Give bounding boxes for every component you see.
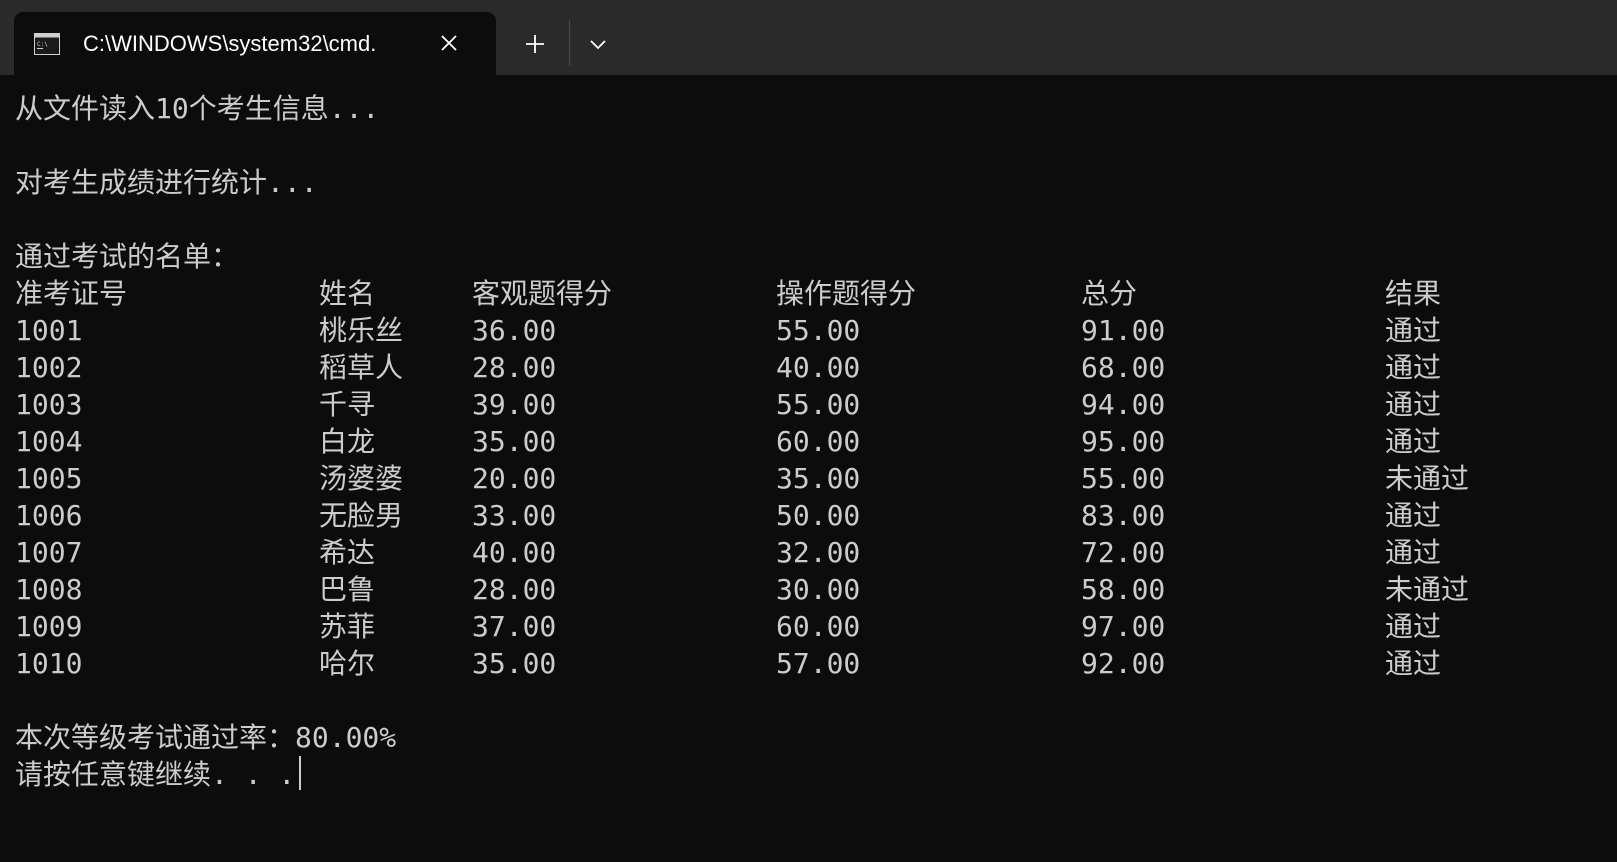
table-row: 1003 千寻 39.00 55.00 94.00 通过 — [15, 386, 1617, 423]
table-cell: 桃乐丝 — [319, 314, 404, 347]
table-cell: 1005 — [15, 462, 83, 495]
table-cell: 通过 — [1385, 425, 1442, 458]
text-cursor — [299, 756, 302, 790]
table-cell: 35.00 — [472, 647, 557, 680]
table-cell: 55.00 — [776, 388, 861, 421]
table-cell: 通过 — [1385, 388, 1442, 421]
table-cell: 1008 — [15, 573, 83, 606]
table-cell: 95.00 — [1081, 425, 1166, 458]
table-cell: 55.00 — [1081, 462, 1166, 495]
table-cell: 58.00 — [1081, 573, 1166, 606]
close-icon[interactable] — [434, 28, 464, 58]
table-cell: 无脸男 — [319, 499, 404, 532]
table-cell: 1009 — [15, 610, 83, 643]
table-row: 1009 苏菲 37.00 60.00 97.00 通过 — [15, 608, 1617, 645]
prompt-text: 请按任意键继续. . . — [15, 758, 296, 791]
table-cell: 37.00 — [472, 610, 557, 643]
table-cell: 白龙 — [319, 425, 376, 458]
table-cell: 1001 — [15, 314, 83, 347]
table-row: 1005 汤婆婆 20.00 35.00 55.00 未通过 — [15, 460, 1617, 497]
table-row: 1006 无脸男 33.00 50.00 83.00 通过 — [15, 497, 1617, 534]
header-cell: 姓名 — [319, 277, 376, 310]
table-cell: 通过 — [1385, 351, 1442, 384]
table-row: 1010 哈尔 35.00 57.00 92.00 通过 — [15, 645, 1617, 682]
table-cell: 通过 — [1385, 314, 1442, 347]
table-cell: 92.00 — [1081, 647, 1166, 680]
table-row: 1008 巴鲁 28.00 30.00 58.00 未通过 — [15, 571, 1617, 608]
header-cell: 总分 — [1081, 277, 1138, 310]
table-cell: 55.00 — [776, 314, 861, 347]
table-cell: 1007 — [15, 536, 83, 569]
table-cell: 未通过 — [1385, 462, 1470, 495]
console-line-read: 从文件读入10个考生信息... — [15, 92, 380, 125]
table-cell: 哈尔 — [319, 647, 376, 680]
table-cell: 32.00 — [776, 536, 861, 569]
svg-text:C:\: C:\ — [37, 41, 48, 48]
table-cell: 1003 — [15, 388, 83, 421]
chevron-down-icon[interactable] — [579, 25, 617, 63]
cmd-icon: C:\ — [34, 33, 60, 55]
table-cell: 35.00 — [776, 462, 861, 495]
table-cell: 97.00 — [1081, 610, 1166, 643]
table-cell: 40.00 — [776, 351, 861, 384]
table-cell: 千寻 — [319, 388, 376, 421]
table-cell: 68.00 — [1081, 351, 1166, 384]
table-cell: 稻草人 — [319, 351, 404, 384]
tab-cmd[interactable]: C:\ C:\WINDOWS\system32\cmd. — [14, 12, 496, 75]
table-row: 1001 桃乐丝 36.00 55.00 91.00 通过 — [15, 312, 1617, 349]
table-cell: 60.00 — [776, 425, 861, 458]
table-cell: 57.00 — [776, 647, 861, 680]
press-any-key-prompt: 请按任意键继续. . . — [15, 756, 1617, 793]
plus-icon[interactable] — [516, 25, 554, 63]
table-cell: 33.00 — [472, 499, 557, 532]
table-cell: 1002 — [15, 351, 83, 384]
pass-list-title: 通过考试的名单： — [15, 240, 240, 273]
table-cell: 30.00 — [776, 573, 861, 606]
table-row: 1002 稻草人 28.00 40.00 68.00 通过 — [15, 349, 1617, 386]
table-row: 1004 白龙 35.00 60.00 95.00 通过 — [15, 423, 1617, 460]
table-cell: 汤婆婆 — [319, 462, 404, 495]
table-cell: 通过 — [1385, 536, 1442, 569]
table-row: 1007 希达 40.00 32.00 72.00 通过 — [15, 534, 1617, 571]
table-cell: 巴鲁 — [319, 573, 376, 606]
table-cell: 通过 — [1385, 610, 1442, 643]
table-cell: 1010 — [15, 647, 83, 680]
table-cell: 通过 — [1385, 647, 1442, 680]
header-cell: 结果 — [1385, 277, 1442, 310]
titlebar-divider — [569, 20, 570, 66]
pass-rate-line: 本次等级考试通过率：80.00% — [15, 721, 397, 754]
table-cell: 50.00 — [776, 499, 861, 532]
table-cell: 1006 — [15, 499, 83, 532]
table-cell: 苏菲 — [319, 610, 376, 643]
table-cell: 28.00 — [472, 573, 557, 606]
console-line-stats: 对考生成绩进行统计... — [15, 166, 318, 199]
table-cell: 72.00 — [1081, 536, 1166, 569]
table-cell: 通过 — [1385, 499, 1442, 532]
table-cell: 83.00 — [1081, 499, 1166, 532]
header-cell: 操作题得分 — [776, 277, 917, 310]
table-cell: 94.00 — [1081, 388, 1166, 421]
table-cell: 28.00 — [472, 351, 557, 384]
table-header: 准考证号 姓名 客观题得分 操作题得分 总分 结果 — [15, 275, 1617, 312]
table-cell: 35.00 — [472, 425, 557, 458]
table-cell: 36.00 — [472, 314, 557, 347]
table-cell: 60.00 — [776, 610, 861, 643]
console-output[interactable]: 从文件读入10个考生信息... 对考生成绩进行统计... 通过考试的名单： 准考… — [15, 90, 1617, 862]
table-cell: 1004 — [15, 425, 83, 458]
table-cell: 40.00 — [472, 536, 557, 569]
tab-title: C:\WINDOWS\system32\cmd. — [83, 31, 377, 56]
table-cell: 希达 — [319, 536, 376, 569]
table-cell: 91.00 — [1081, 314, 1166, 347]
title-bar: C:\ C:\WINDOWS\system32\cmd. — [0, 0, 1617, 75]
table-cell: 20.00 — [472, 462, 557, 495]
table-cell: 39.00 — [472, 388, 557, 421]
table-cell: 未通过 — [1385, 573, 1470, 606]
header-cell: 准考证号 — [15, 277, 128, 310]
header-cell: 客观题得分 — [472, 277, 613, 310]
